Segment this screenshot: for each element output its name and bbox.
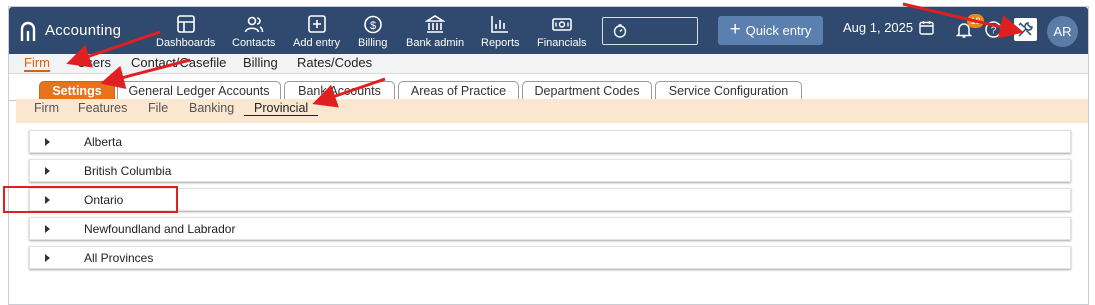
expand-caret-icon	[45, 167, 50, 175]
add-entry-icon	[307, 15, 326, 33]
user-avatar[interactable]: AR	[1047, 16, 1078, 47]
nav-financials[interactable]: Financials	[537, 15, 587, 51]
expand-caret-icon	[45, 225, 50, 233]
logo-icon	[20, 21, 36, 41]
province-label: All Provinces	[84, 251, 154, 265]
contacts-icon	[244, 16, 264, 33]
province-row-ontario[interactable]: Ontario	[29, 188, 1071, 211]
province-list: Alberta British Columbia Ontario Newfoun…	[29, 130, 1071, 275]
menu-users[interactable]: Users	[77, 55, 111, 70]
dashboard-icon	[176, 15, 195, 33]
expand-caret-icon	[45, 138, 50, 146]
billing-icon: $	[363, 15, 382, 34]
quick-entry-button[interactable]: + Quick entry	[718, 16, 823, 45]
timer-field[interactable]	[602, 17, 698, 45]
nav-label: Dashboards	[156, 37, 216, 49]
timer-icon	[613, 24, 627, 38]
tools-icon	[1018, 22, 1033, 37]
nav-label: Reports	[481, 37, 520, 49]
tab-general-ledger-accounts[interactable]: General Ledger Accounts	[117, 81, 281, 100]
nav-label: Contacts	[232, 37, 276, 49]
nav-bank-admin[interactable]: Bank admin	[406, 15, 464, 51]
menu-billing[interactable]: Billing	[243, 55, 278, 70]
plus-icon: +	[729, 18, 741, 40]
province-row-alberta[interactable]: Alberta	[29, 130, 1071, 153]
subtab-provincial[interactable]: Provincial	[244, 101, 319, 116]
province-row-newfoundland-and-labrador[interactable]: Newfoundland and Labrador	[29, 217, 1071, 240]
subtab-firm[interactable]: Firm	[34, 101, 59, 115]
nav-billing[interactable]: $ Billing	[358, 15, 387, 51]
current-date: Aug 1, 2025	[843, 20, 914, 35]
tab-areas-of-practice[interactable]: Areas of Practice	[398, 81, 519, 100]
expand-caret-icon	[45, 254, 50, 262]
settings-tabs: Settings General Ledger Accounts Bank Ac…	[9, 74, 1088, 101]
nav-contacts[interactable]: Contacts	[232, 15, 275, 51]
settings-tools-button[interactable]	[1014, 18, 1037, 41]
financials-icon	[551, 18, 572, 31]
help-icon[interactable]: ?	[985, 21, 1002, 38]
tab-bank-accounts[interactable]: Bank Accounts	[284, 81, 395, 100]
top-navigation-bar: Accounting Dashboards Contacts Add entry…	[9, 7, 1088, 54]
quick-entry-label: Quick entry	[745, 23, 812, 38]
nav-label: Financials	[537, 37, 587, 49]
subtab-file[interactable]: File	[148, 101, 168, 115]
notification-badge: 18	[967, 14, 984, 28]
nav-label: Add entry	[293, 37, 341, 49]
svg-text:$: $	[370, 20, 376, 32]
menu-contact-casefile[interactable]: Contact/Casefile	[131, 55, 226, 70]
menu-firm[interactable]: Firm	[24, 55, 50, 72]
nav-label: Billing	[358, 37, 388, 49]
subtab-banking[interactable]: Banking	[189, 101, 234, 115]
bank-icon	[425, 15, 446, 33]
nav-label: Bank admin	[406, 37, 465, 49]
app-window: Accounting Dashboards Contacts Add entry…	[8, 6, 1089, 305]
app-title: Accounting	[45, 22, 122, 39]
nav-dashboards[interactable]: Dashboards	[156, 15, 215, 51]
nav-add-entry[interactable]: Add entry	[293, 15, 340, 51]
tab-department-codes[interactable]: Department Codes	[522, 81, 652, 100]
province-label: British Columbia	[84, 164, 172, 178]
primary-menu: Firm Users Contact/Casefile Billing Rate…	[9, 54, 1088, 74]
province-row-all-provinces[interactable]: All Provinces	[29, 246, 1071, 269]
app-brand[interactable]: Accounting	[19, 7, 121, 54]
nav-reports[interactable]: Reports	[481, 15, 520, 51]
ontario-highlight-box	[3, 186, 178, 213]
province-row-british-columbia[interactable]: British Columbia	[29, 159, 1071, 182]
tab-settings[interactable]: Settings	[39, 81, 115, 101]
calendar-icon	[919, 21, 934, 35]
province-label: Newfoundland and Labrador	[84, 222, 236, 236]
svg-text:?: ?	[991, 26, 997, 37]
reports-icon	[491, 16, 509, 33]
settings-subtabs: Firm Features File Banking Provincial	[16, 99, 1088, 123]
province-label: Alberta	[84, 135, 123, 149]
menu-rates-codes[interactable]: Rates/Codes	[297, 55, 372, 70]
tab-service-configuration[interactable]: Service Configuration	[655, 81, 802, 100]
date-picker[interactable]: Aug 1, 2025	[843, 20, 934, 35]
subtab-features[interactable]: Features	[78, 101, 127, 115]
